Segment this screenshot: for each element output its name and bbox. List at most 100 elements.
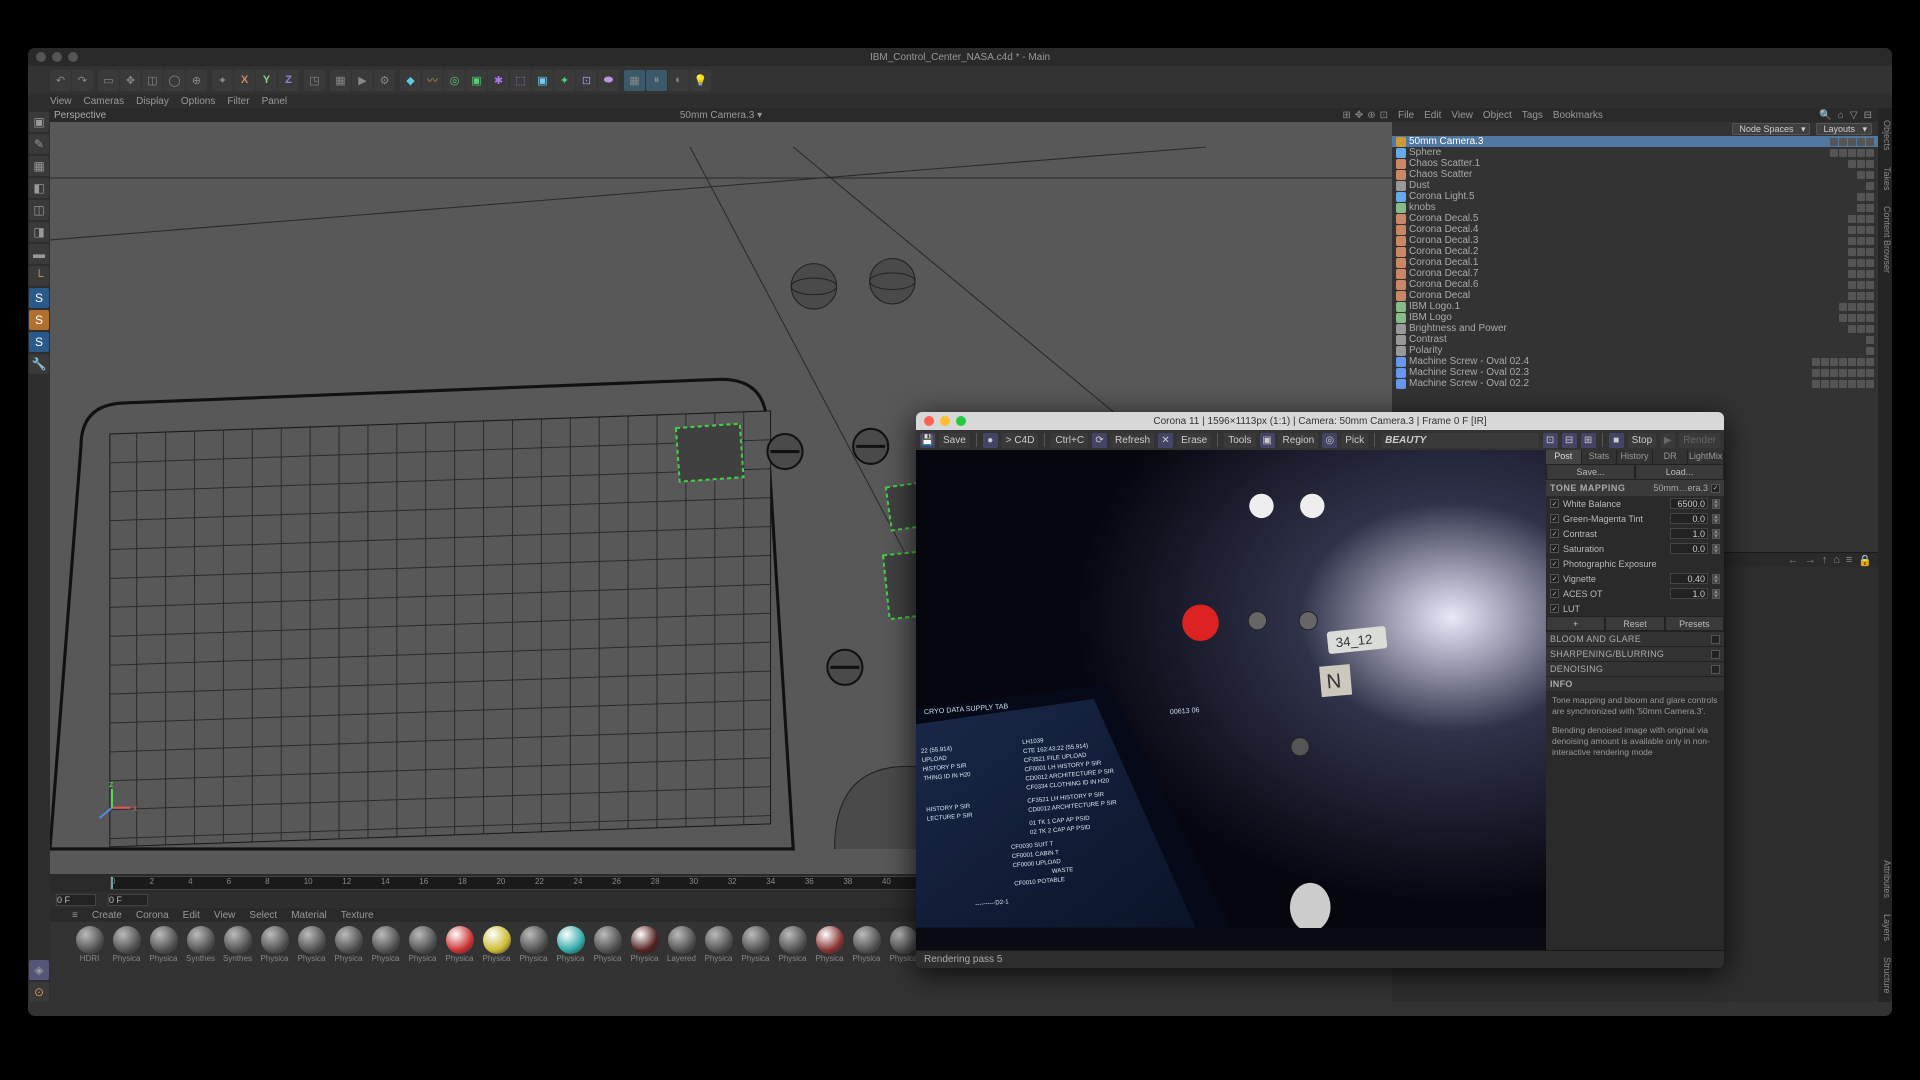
material-swatch[interactable]: Physica (442, 926, 477, 963)
vfb-channel-dropdown[interactable]: BEAUTY (1381, 433, 1538, 448)
matmenu-create[interactable]: Create (92, 910, 122, 921)
material-swatch[interactable]: Physica (775, 926, 810, 963)
tm-value-input[interactable] (1670, 543, 1708, 554)
tab-attributes[interactable]: Attributes (1878, 852, 1892, 906)
tm-value-input[interactable] (1670, 513, 1708, 524)
tm-value-input[interactable] (1670, 498, 1708, 509)
poly-mode-icon[interactable]: ▬ (29, 244, 49, 264)
vfb-render-button[interactable]: Render (1679, 433, 1720, 448)
tm-checkbox[interactable]: ✓ (1550, 544, 1559, 553)
matmenu-corona[interactable]: Corona (136, 910, 169, 921)
attr-back-icon[interactable]: ← (1788, 554, 1799, 566)
render-view-icon[interactable]: ▦ (330, 70, 351, 91)
tm-checkbox[interactable]: ✓ (1550, 499, 1559, 508)
render-pv-icon[interactable]: ▶ (352, 70, 373, 91)
tm-presets-button[interactable]: Presets (1665, 616, 1724, 631)
object-row[interactable]: Machine Screw - Oval 02.2 (1392, 378, 1878, 389)
material-swatch[interactable]: Physica (479, 926, 514, 963)
undo-button[interactable]: ↶ (50, 70, 71, 91)
object-row[interactable]: knobs (1392, 202, 1878, 213)
object-row[interactable]: Corona Decal.3 (1392, 235, 1878, 246)
object-row[interactable]: Chaos Scatter (1392, 169, 1878, 180)
tm-value-input[interactable] (1670, 588, 1708, 599)
om-search-icon[interactable]: 🔍 (1819, 110, 1831, 121)
uv-mode-icon[interactable]: ▦ (29, 156, 49, 176)
recent-tool-icon[interactable]: ⊕ (186, 70, 207, 91)
tm-spinner[interactable]: ▲▼ (1712, 514, 1720, 524)
attr-up-icon[interactable]: ↑ (1822, 554, 1828, 566)
spline-icon[interactable]: 〰 (422, 70, 443, 91)
material-swatch[interactable]: Synthes (183, 926, 218, 963)
vfb-pick-button[interactable]: Pick (1341, 433, 1368, 448)
vfb-render-icon[interactable]: ▶ (1660, 433, 1675, 448)
om-expand-icon[interactable]: ⊟ (1864, 110, 1872, 121)
vfb-save-settings-button[interactable]: Save... (1546, 464, 1635, 480)
tm-spinner[interactable]: ▲▼ (1712, 529, 1720, 539)
tab-structure[interactable]: Structure (1878, 949, 1892, 1002)
subdiv-icon[interactable]: ▣ (466, 70, 487, 91)
lock-y-icon[interactable]: Y (256, 70, 277, 91)
vfb-region-button[interactable]: Region (1279, 433, 1319, 448)
vfb-region-icon[interactable]: ▣ (1260, 433, 1275, 448)
menu-cameras[interactable]: Cameras (84, 96, 125, 107)
object-row[interactable]: Brightness and Power (1392, 323, 1878, 334)
vfb-refresh-button[interactable]: Refresh (1111, 433, 1154, 448)
tab-takes[interactable]: Takes (1878, 159, 1892, 199)
material-swatch[interactable]: Physica (146, 926, 181, 963)
move-tool-icon[interactable]: ✥ (120, 70, 141, 91)
layouts-dropdown[interactable]: Layouts (1816, 123, 1872, 135)
vfb-tools-button[interactable]: Tools (1224, 433, 1255, 448)
tm-spinner[interactable]: ▲▼ (1712, 574, 1720, 584)
object-row[interactable]: Corona Decal.2 (1392, 246, 1878, 257)
section-sharpening[interactable]: SHARPENING/BLURRING (1546, 646, 1724, 661)
generator-icon[interactable]: ◎ (444, 70, 465, 91)
vfb-c4d-icon[interactable]: ● (983, 433, 998, 448)
tm-checkbox[interactable]: ✓ (1550, 529, 1559, 538)
vfb-tab-dr[interactable]: DR (1653, 450, 1689, 464)
vp-max-icon[interactable]: ⊡ (1380, 110, 1388, 121)
edge-mode-icon[interactable]: ◨ (29, 222, 49, 242)
tm-checkbox[interactable]: ✓ (1550, 589, 1559, 598)
vfb-tab-post[interactable]: Post (1546, 450, 1582, 464)
node-spaces-dropdown[interactable]: Node Spaces (1732, 123, 1810, 135)
om-tags[interactable]: Tags (1522, 110, 1543, 121)
material-swatch[interactable]: Physica (590, 926, 625, 963)
om-filter-icon[interactable]: ▽ (1850, 110, 1858, 121)
vfb-pick-icon[interactable]: ◎ (1322, 433, 1337, 448)
object-row[interactable]: Corona Decal.1 (1392, 257, 1878, 268)
om-view[interactable]: View (1451, 110, 1473, 121)
traffic-lights[interactable] (36, 52, 78, 62)
object-row[interactable]: Corona Decal.5 (1392, 213, 1878, 224)
material-swatch[interactable]: Physica (331, 926, 366, 963)
menu-filter[interactable]: Filter (227, 96, 249, 107)
material-swatch[interactable]: Physica (109, 926, 144, 963)
object-row[interactable]: Machine Screw - Oval 02.4 (1392, 356, 1878, 367)
material-swatch[interactable]: Layered (664, 926, 699, 963)
deformer-icon[interactable]: ⬚ (510, 70, 531, 91)
matmenu-≡[interactable]: ≡ (72, 910, 78, 921)
object-row[interactable]: Corona Decal.7 (1392, 268, 1878, 279)
menu-panel[interactable]: Panel (262, 96, 288, 107)
vfb-tab-history[interactable]: History (1617, 450, 1653, 464)
tab-content-browser[interactable]: Content Browser (1878, 198, 1892, 281)
frame-start-input[interactable] (56, 894, 96, 906)
material-swatch[interactable]: Physica (849, 926, 884, 963)
vfb-tab-stats[interactable]: Stats (1582, 450, 1618, 464)
object-row[interactable]: Dust (1392, 180, 1878, 191)
matmenu-select[interactable]: Select (249, 910, 277, 921)
tm-spinner[interactable]: ▲▼ (1712, 499, 1720, 509)
model-mode-icon[interactable]: ▣ (29, 112, 49, 132)
vfb-titlebar[interactable]: Corona 11 | 1596×1113px (1:1) | Camera: … (916, 412, 1724, 430)
rotate-tool-icon[interactable]: ◯ (164, 70, 185, 91)
redo-button[interactable]: ↷ (72, 70, 93, 91)
matmenu-edit[interactable]: Edit (183, 910, 200, 921)
object-row[interactable]: Corona Decal.6 (1392, 279, 1878, 290)
attr-mode-icon[interactable]: ≡ (1846, 554, 1852, 566)
axis-mode-icon[interactable]: └ (29, 266, 49, 286)
tm-reset-button[interactable]: Reset (1605, 616, 1664, 631)
placement-tool-icon[interactable]: ✦ (212, 70, 233, 91)
om-object[interactable]: Object (1483, 110, 1512, 121)
lock-x-icon[interactable]: X (234, 70, 255, 91)
snap-s2-icon[interactable]: S (29, 310, 49, 330)
coord-sys-icon[interactable]: ◳ (304, 70, 325, 91)
